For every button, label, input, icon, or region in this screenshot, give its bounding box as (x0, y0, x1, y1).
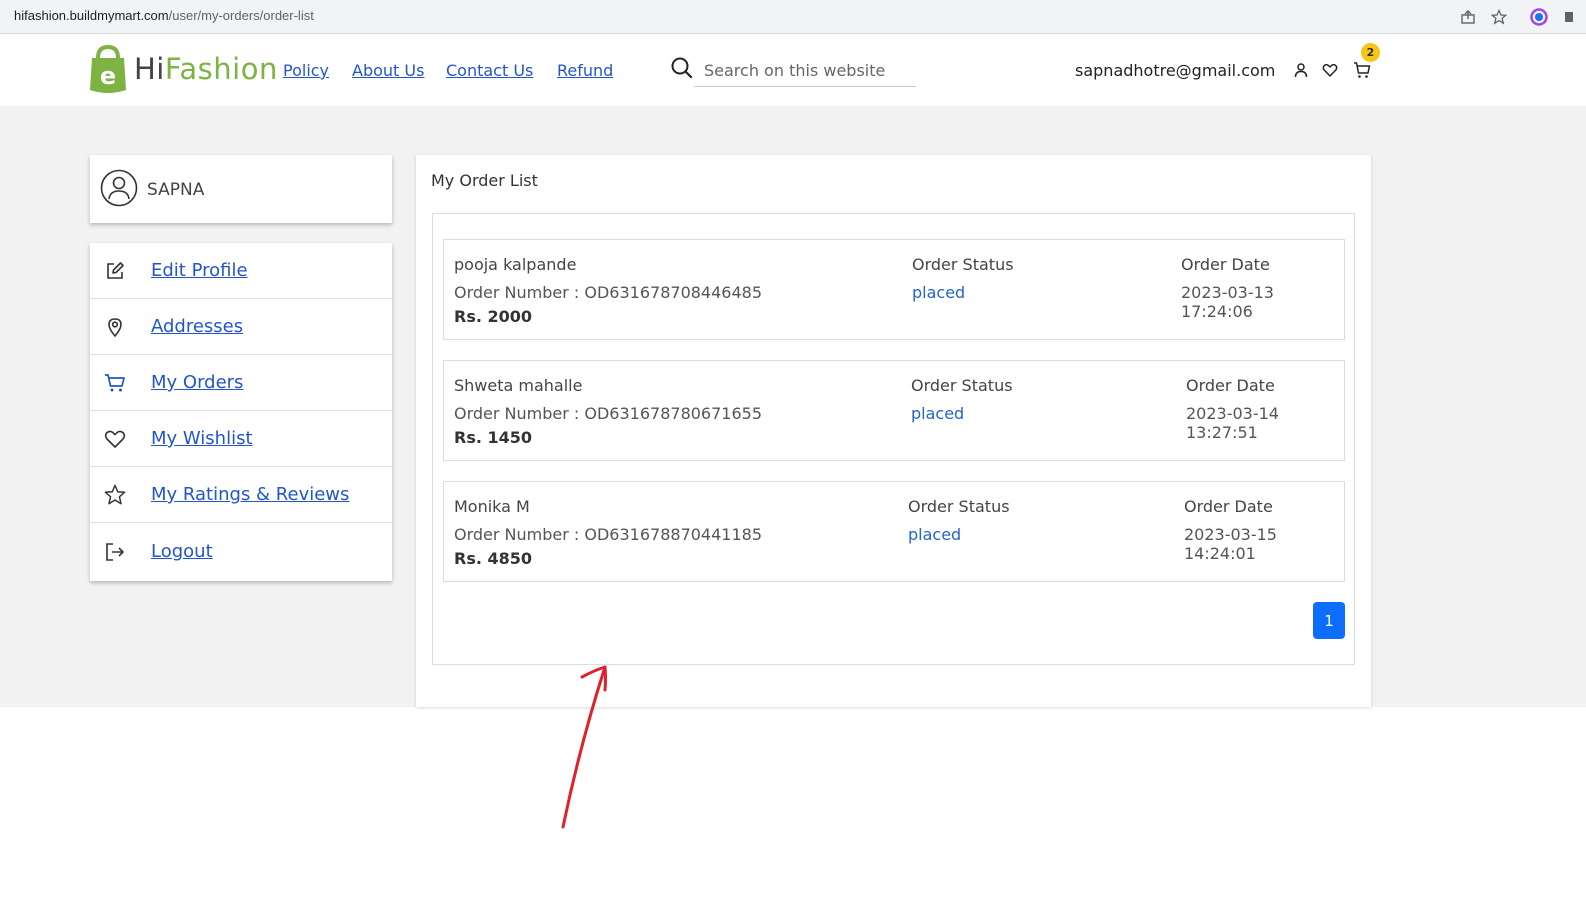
nav-link-about-us[interactable]: About Us (352, 61, 424, 80)
order-status-value[interactable]: placed (908, 525, 961, 544)
menu-label: Logout (151, 541, 213, 562)
user-email[interactable]: sapnadhotre@gmail.com (1075, 61, 1275, 80)
order-date-label: Order Date (1181, 255, 1270, 274)
search-bar (668, 54, 918, 88)
puzzle-icon[interactable] (1560, 7, 1580, 27)
url-host: hifashion.buildmymart.com (14, 8, 169, 23)
svg-text:e: e (100, 62, 116, 90)
order-list-panel: My Order List pooja kalpande Order Numbe… (416, 155, 1371, 707)
menu-item-addresses[interactable]: Addresses (90, 299, 392, 355)
menu-label: My Orders (151, 372, 244, 393)
order-status-label: Order Status (912, 255, 1014, 274)
page-title: My Order List (431, 171, 538, 190)
orders-container: pooja kalpande Order Number : OD63167870… (432, 213, 1355, 665)
star-icon (104, 484, 126, 506)
profile-card: SAPNA (90, 155, 392, 223)
order-customer-name: pooja kalpande (454, 255, 577, 274)
order-status-label: Order Status (908, 497, 1010, 516)
logo-wordmark: HiFashion (134, 52, 278, 86)
order-card[interactable]: Monika M Order Number : OD63167887044118… (443, 481, 1345, 582)
order-number: Order Number : OD631678780671655 (454, 404, 762, 423)
order-date-label: Order Date (1186, 376, 1275, 395)
search-input[interactable] (694, 54, 916, 87)
url-text[interactable]: hifashion.buildmymart.com/user/my-orders… (14, 8, 314, 23)
nav-link-contact-us[interactable]: Contact Us (446, 61, 533, 80)
order-amount: Rs. 4850 (454, 549, 533, 568)
cart-count-badge: 2 (1361, 43, 1380, 62)
order-customer-name: Monika M (454, 497, 530, 516)
account-menu: Edit Profile Addresses My Orders My Wish… (90, 243, 392, 581)
menu-item-edit-profile[interactable]: Edit Profile (90, 243, 392, 299)
annotation-arrow-icon (561, 665, 607, 829)
menu-item-my-orders[interactable]: My Orders (90, 355, 392, 411)
logout-icon (104, 541, 126, 563)
menu-item-my-wishlist[interactable]: My Wishlist (90, 411, 392, 467)
menu-label: My Ratings & Reviews (151, 484, 350, 505)
search-icon[interactable] (670, 56, 694, 84)
share-icon[interactable] (1458, 7, 1478, 27)
browser-address-bar: hifashion.buildmymart.com/user/my-orders… (0, 0, 1586, 34)
order-date-value: 2023-03-14 13:27:51 (1186, 404, 1279, 442)
order-customer-name: Shweta mahalle (454, 376, 583, 395)
order-status-value[interactable]: placed (911, 404, 964, 423)
order-status-label: Order Status (911, 376, 1013, 395)
menu-item-my-ratings-reviews[interactable]: My Ratings & Reviews (90, 467, 392, 523)
order-date-value: 2023-03-13 17:24:06 (1181, 283, 1274, 321)
pagination-page-button[interactable]: 1 (1313, 602, 1345, 639)
order-card[interactable]: pooja kalpande Order Number : OD63167870… (443, 239, 1345, 340)
wishlist-heart-icon[interactable] (1321, 61, 1339, 79)
order-number: Order Number : OD631678870441185 (454, 525, 762, 544)
heart-icon (104, 428, 126, 450)
order-card[interactable]: Shweta mahalle Order Number : OD63167878… (443, 360, 1345, 461)
order-amount: Rs. 1450 (454, 428, 533, 447)
menu-label: My Wishlist (151, 428, 253, 449)
order-amount: Rs. 2000 (454, 307, 533, 326)
order-date-label: Order Date (1184, 497, 1273, 516)
menu-label: Edit Profile (151, 260, 248, 281)
cart-icon[interactable] (1353, 61, 1371, 79)
bookmark-star-icon[interactable] (1489, 7, 1509, 27)
extension-icon[interactable] (1529, 7, 1549, 27)
edit-icon (104, 260, 126, 282)
order-number: Order Number : OD631678708446485 (454, 283, 762, 302)
site-header: e HiFashion Policy About Us Contact Us R… (0, 34, 1586, 106)
user-icon[interactable] (1292, 61, 1310, 79)
menu-label: Addresses (151, 316, 244, 337)
nav-link-refund[interactable]: Refund (557, 61, 613, 80)
nav-link-policy[interactable]: Policy (283, 61, 329, 80)
shopping-bag-logo-icon: e (90, 44, 126, 93)
url-path: /user/my-orders/order-list (168, 8, 314, 23)
profile-name: SAPNA (147, 180, 205, 200)
order-status-value[interactable]: placed (912, 283, 965, 302)
order-date-value: 2023-03-15 14:24:01 (1184, 525, 1277, 563)
location-pin-icon (104, 316, 126, 338)
menu-item-logout[interactable]: Logout (90, 524, 392, 580)
avatar-icon (100, 169, 138, 211)
cart-icon (104, 372, 126, 394)
hifashion-logo[interactable]: e HiFashion (88, 44, 278, 94)
